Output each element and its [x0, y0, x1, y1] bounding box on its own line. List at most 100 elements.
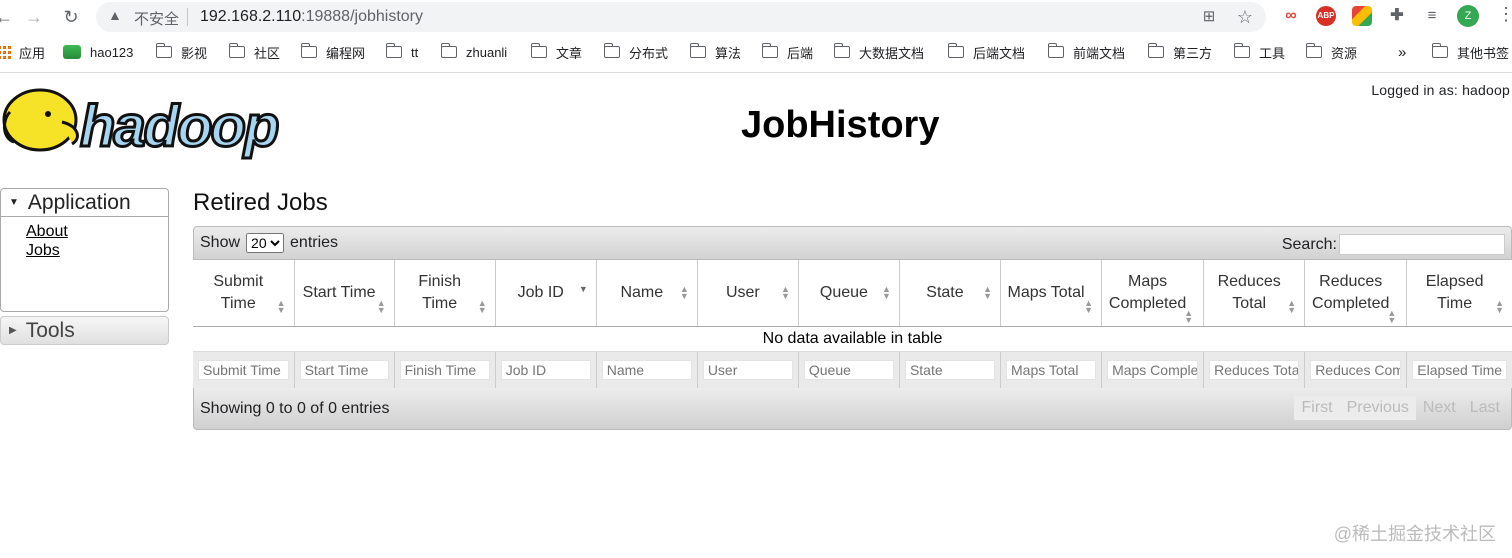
bookmark-folder[interactable]: 文章 — [530, 41, 582, 63]
column-header-reduces-total[interactable]: Reduces Total ▲ ▼ — [1203, 260, 1306, 327]
bookmark-folder[interactable]: 编程网 — [300, 41, 366, 63]
search-box: Search: — [1282, 234, 1505, 255]
header-line: Elapsed — [1425, 272, 1484, 290]
color-picker-extension-icon[interactable] — [1352, 6, 1372, 26]
column-header-maps-completed[interactable]: Maps Completed ▲ ▼ — [1101, 260, 1205, 327]
filter-reduces-total-input[interactable] — [1209, 359, 1300, 380]
bookmark-folder[interactable]: 后端文档 — [947, 41, 1025, 63]
column-header-job-id[interactable]: Job ID ▼ — [495, 260, 597, 327]
filter-maps-total-input[interactable] — [1006, 359, 1097, 380]
bookmark-folder[interactable]: 前端文档 — [1047, 41, 1126, 63]
other-bookmarks[interactable]: 其他书签 — [1431, 41, 1509, 63]
bookmark-label: 社区 — [254, 45, 281, 61]
bookmarks-overflow-chevron[interactable]: » — [1398, 41, 1406, 63]
page-size-select[interactable]: 20 — [246, 233, 285, 253]
bookmark-label: 算法 — [715, 45, 742, 61]
infinity-extension-icon[interactable]: ∞ — [1281, 6, 1301, 26]
pager-next-button[interactable]: Next — [1416, 396, 1463, 420]
extensions-puzzle-icon[interactable]: ✚ — [1387, 6, 1407, 26]
nav-link-about[interactable]: About — [26, 222, 168, 241]
column-header-submit-time[interactable]: Submit Time ▲ ▼ — [193, 260, 295, 327]
bookmark-folder[interactable]: 大数据文档 — [833, 41, 924, 63]
bookmark-label: 工具 — [1259, 45, 1286, 61]
filter-row — [193, 351, 1512, 388]
empty-message: No data available in table — [193, 326, 1512, 352]
folder-icon — [1047, 43, 1064, 58]
bookmark-label: 第三方 — [1173, 45, 1213, 61]
filter-state-input[interactable] — [904, 359, 995, 380]
bookmark-folder[interactable]: 分布式 — [603, 41, 669, 63]
filter-elapsed-time-input[interactable] — [1412, 359, 1507, 380]
filter-user-input[interactable] — [702, 359, 793, 380]
folder-icon — [1305, 43, 1322, 58]
column-header-finish-time[interactable]: Finish Time ▲ ▼ — [394, 260, 496, 327]
more-menu-icon[interactable]: ⋮ — [1497, 4, 1512, 25]
bookmark-label: 编程网 — [326, 45, 366, 61]
sort-both-icon: ▲ ▼ — [1084, 297, 1094, 315]
filter-queue-input[interactable] — [803, 359, 894, 380]
adblock-plus-icon[interactable]: ABP — [1316, 6, 1336, 26]
pager-first-button[interactable]: First — [1294, 396, 1340, 420]
bookmark-folder[interactable]: 影视 — [155, 41, 207, 63]
bookmark-label: 前端文档 — [1073, 45, 1126, 61]
bookmark-star-icon[interactable]: ☆ — [1234, 6, 1256, 28]
pager-last-button[interactable]: Last — [1463, 396, 1507, 420]
column-header-name[interactable]: Name ▲ ▼ — [596, 260, 698, 327]
column-header-start-time[interactable]: Start Time ▲ ▼ — [294, 260, 395, 327]
column-header-user[interactable]: User ▲ ▼ — [697, 260, 799, 327]
bookmark-folder[interactable]: 社区 — [228, 41, 281, 63]
url-text[interactable]: 192.168.2.110:19888/jobhistory — [200, 8, 423, 26]
filter-start-time-input[interactable] — [299, 359, 389, 380]
back-arrow-icon[interactable]: ← — [0, 5, 16, 29]
header-line: Name — [620, 283, 664, 301]
security-label[interactable]: 不安全 — [134, 8, 179, 29]
media-queue-icon[interactable]: ≡ — [1422, 6, 1442, 26]
column-header-state[interactable]: State ▲ ▼ — [899, 260, 1002, 327]
folder-icon — [1233, 43, 1250, 58]
folder-icon — [947, 43, 964, 58]
column-header-queue[interactable]: Queue ▲ ▼ — [798, 260, 900, 327]
reload-icon[interactable]: ↻ — [59, 5, 83, 29]
filter-submit-time-input[interactable] — [198, 359, 289, 380]
filter-cell — [193, 351, 295, 388]
nav-link-jobs[interactable]: Jobs — [26, 241, 168, 260]
pagination: First Previous Next Last — [1294, 396, 1507, 420]
warning-triangle-icon[interactable]: ▲ — [108, 7, 122, 23]
bookmark-folder[interactable]: zhuanli — [440, 41, 507, 63]
column-header-reduces-completed[interactable]: Reduces Completed ▲ ▼ — [1304, 260, 1408, 327]
sort-both-icon: ▲ ▼ — [276, 297, 286, 315]
column-header-elapsed-time[interactable]: Elapsed Time ▲ ▼ — [1406, 260, 1512, 327]
filter-job-id-input[interactable] — [500, 359, 591, 380]
sort-descending-icon: ▼ — [578, 284, 588, 294]
jobs-table: Submit Time ▲ ▼ Start Time ▲ ▼ Finish Time ▲ ▼ J… — [193, 260, 1512, 388]
bookmark-label: 分布式 — [629, 45, 669, 61]
bookmark-folder[interactable]: 算法 — [689, 41, 742, 63]
address-bar[interactable]: ▲ 不安全 192.168.2.110:19888/jobhistory ⊞ ☆ — [96, 2, 1266, 32]
folder-icon — [155, 43, 172, 58]
column-header-maps-total[interactable]: Maps Total ▲ ▼ — [1000, 260, 1103, 327]
bookmark-folder[interactable]: 工具 — [1233, 41, 1286, 63]
bookmark-hao123[interactable]: hao123 — [63, 41, 133, 63]
filter-reduces-completed-input[interactable] — [1310, 359, 1402, 380]
bookmark-folder[interactable]: 后端 — [761, 41, 813, 63]
header-line: Time — [1437, 294, 1473, 312]
filter-name-input[interactable] — [601, 359, 692, 380]
search-input[interactable] — [1339, 234, 1505, 255]
bookmark-folder[interactable]: 第三方 — [1147, 41, 1213, 63]
url-path: :19888/jobhistory — [301, 8, 423, 25]
nav-application-body: About Jobs — [1, 217, 168, 311]
nav-tools-header[interactable]: ▶ Tools — [0, 316, 169, 345]
bookmark-folder[interactable]: tt — [385, 41, 418, 63]
bookmark-apps[interactable]: 应用 — [0, 41, 45, 63]
nav-application-header[interactable]: ▼ Application — [1, 189, 168, 217]
filter-finish-time-input[interactable] — [399, 359, 490, 380]
profile-avatar[interactable]: Z — [1457, 5, 1479, 27]
forward-arrow-icon[interactable]: → — [22, 5, 46, 29]
left-nav: ▼ Application About Jobs ▶ Tools — [0, 188, 169, 345]
table-info: Showing 0 to 0 of 0 entries — [200, 399, 390, 417]
sort-both-icon: ▲ ▼ — [376, 297, 386, 315]
filter-maps-completed-input[interactable] — [1107, 359, 1199, 380]
translate-icon[interactable]: ⊞ — [1198, 6, 1220, 28]
pager-previous-button[interactable]: Previous — [1339, 396, 1416, 420]
bookmark-folder[interactable]: 资源 — [1305, 41, 1357, 63]
